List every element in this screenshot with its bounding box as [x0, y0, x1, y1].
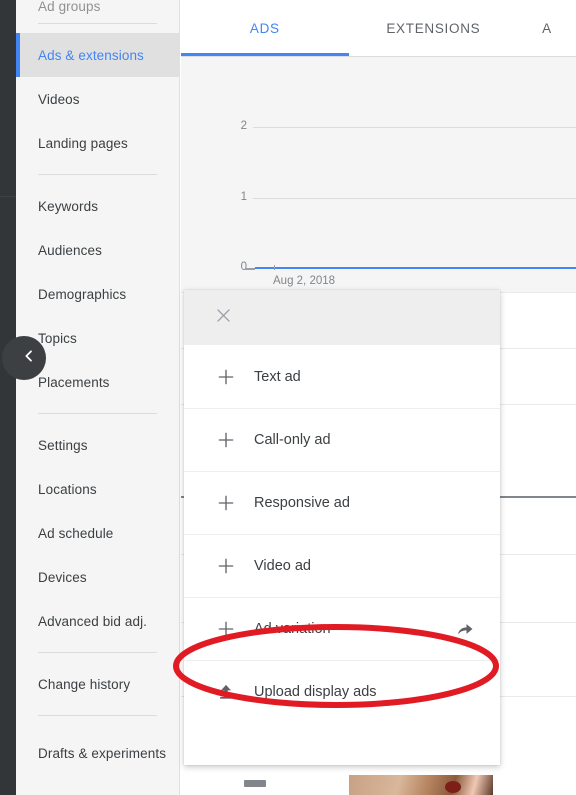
tab-automated-extensions[interactable]: A	[518, 0, 576, 56]
plus-icon	[214, 365, 238, 389]
sidebar-item-label: Landing pages	[38, 135, 128, 151]
sidebar-nav: Ad groups Ads & extensions Videos Landin…	[16, 0, 179, 781]
menu-item-video-ad[interactable]: Video ad	[184, 534, 500, 597]
chart-xtick-label: Aug 2, 2018	[273, 275, 336, 287]
chart-ytick-2: 2	[240, 120, 247, 132]
rail-segment-top	[0, 0, 16, 196]
sidebar-item-advanced-bid-adj[interactable]: Advanced bid adj.	[16, 599, 179, 643]
sidebar-collapse-button[interactable]	[2, 336, 46, 380]
sidebar-item-label: Audiences	[38, 242, 102, 258]
menu-item-responsive-ad[interactable]: Responsive ad	[184, 471, 500, 534]
sidebar-item-label: Locations	[38, 481, 97, 497]
chart-axis-tick-0	[245, 268, 255, 270]
create-ad-menu: Text ad Call-only ad Responsive ad Video…	[184, 290, 500, 765]
tab-label: A	[542, 20, 552, 36]
share-arrow-icon[interactable]	[452, 617, 478, 641]
sidebar-item-ad-groups[interactable]: Ad groups	[16, 0, 179, 14]
menu-item-label: Call-only ad	[254, 432, 331, 448]
menu-item-label: Text ad	[254, 368, 301, 385]
sidebar-divider	[38, 715, 157, 716]
sidebar-item-label: Placements	[38, 374, 110, 390]
sidebar-item-label: Devices	[38, 569, 87, 585]
sidebar-item-label: Ad schedule	[38, 525, 114, 541]
chevron-left-icon	[11, 348, 37, 369]
chart-series-clicks	[255, 267, 576, 269]
menu-item-label: Responsive ad	[254, 495, 350, 511]
sidebar-item-keywords[interactable]: Keywords	[16, 184, 179, 228]
sidebar-item-drafts-experiments[interactable]: Drafts & experiments	[16, 725, 179, 781]
sidebar-item-ad-schedule[interactable]: Ad schedule	[16, 511, 179, 555]
tab-extensions[interactable]: EXTENSIONS	[349, 0, 519, 56]
sidebar-divider	[38, 23, 157, 24]
tab-label: EXTENSIONS	[386, 20, 481, 36]
tab-bar: ADS EXTENSIONS A	[181, 0, 576, 57]
performance-chart[interactable]: 2 1 0 Aug 2, 2018	[181, 57, 576, 292]
chart-plot-area: 2 1 0 Aug 2, 2018	[181, 57, 576, 292]
plus-icon	[214, 554, 238, 578]
plus-icon	[214, 428, 238, 452]
row-checkbox[interactable]	[244, 780, 266, 787]
tab-ads[interactable]: ADS	[181, 0, 349, 56]
menu-item-label: Video ad	[254, 558, 311, 574]
screen-root: Ad groups Ads & extensions Videos Landin…	[0, 0, 576, 795]
sidebar-item-locations[interactable]: Locations	[16, 467, 179, 511]
ad-thumbnail-detail	[445, 781, 461, 793]
menu-header	[184, 290, 500, 345]
sidebar-item-label: Advanced bid adj.	[38, 613, 148, 629]
menu-item-call-only-ad[interactable]: Call-only ad	[184, 408, 500, 471]
menu-item-upload-display-ads[interactable]: Upload display ads	[184, 660, 500, 723]
sidebar-item-demographics[interactable]: Demographics	[16, 272, 179, 316]
close-icon[interactable]	[214, 306, 233, 330]
menu-item-label: Upload display ads	[254, 684, 377, 700]
sidebar-divider	[38, 174, 157, 175]
sidebar-item-settings[interactable]: Settings	[16, 423, 179, 467]
app-rail	[0, 0, 16, 795]
chart-gridline-2	[253, 127, 576, 128]
sidebar-item-label: Demographics	[38, 286, 127, 302]
chart-xtick-mark	[274, 265, 275, 270]
sidebar-divider	[38, 413, 157, 414]
sidebar-item-label: Keywords	[38, 198, 99, 214]
chart-ytick-1: 1	[240, 191, 247, 203]
sidebar-item-label: Ads & extensions	[38, 47, 144, 63]
sidebar: Ad groups Ads & extensions Videos Landin…	[2, 0, 180, 795]
sidebar-item-videos[interactable]: Videos	[16, 77, 179, 121]
menu-bottom-spacer	[184, 723, 500, 765]
sidebar-item-landing-pages[interactable]: Landing pages	[16, 121, 179, 165]
sidebar-item-label: Ad groups	[38, 0, 101, 14]
menu-item-label: Ad variation	[254, 621, 331, 637]
sidebar-item-devices[interactable]: Devices	[16, 555, 179, 599]
menu-item-ad-variation[interactable]: Ad variation	[184, 597, 500, 660]
sidebar-divider	[38, 652, 157, 653]
sidebar-item-ads-extensions[interactable]: Ads & extensions	[16, 33, 179, 77]
tab-label: ADS	[249, 20, 280, 36]
plus-icon	[214, 491, 238, 515]
sidebar-item-label: Settings	[38, 437, 88, 453]
chart-gridline-1	[253, 198, 576, 199]
sidebar-item-label: Change history	[38, 676, 131, 692]
plus-icon	[214, 617, 238, 641]
chart-ytick-0: 0	[240, 261, 247, 273]
menu-item-text-ad[interactable]: Text ad	[184, 345, 500, 408]
rail-segment-bottom	[0, 197, 16, 795]
sidebar-item-label: Videos	[38, 91, 80, 107]
sidebar-item-label: Drafts & experiments	[38, 745, 167, 761]
sidebar-item-label: Topics	[38, 330, 77, 346]
sidebar-item-change-history[interactable]: Change history	[16, 662, 179, 706]
upload-icon	[214, 680, 238, 704]
ad-thumbnail[interactable]	[349, 775, 493, 795]
sidebar-item-audiences[interactable]: Audiences	[16, 228, 179, 272]
